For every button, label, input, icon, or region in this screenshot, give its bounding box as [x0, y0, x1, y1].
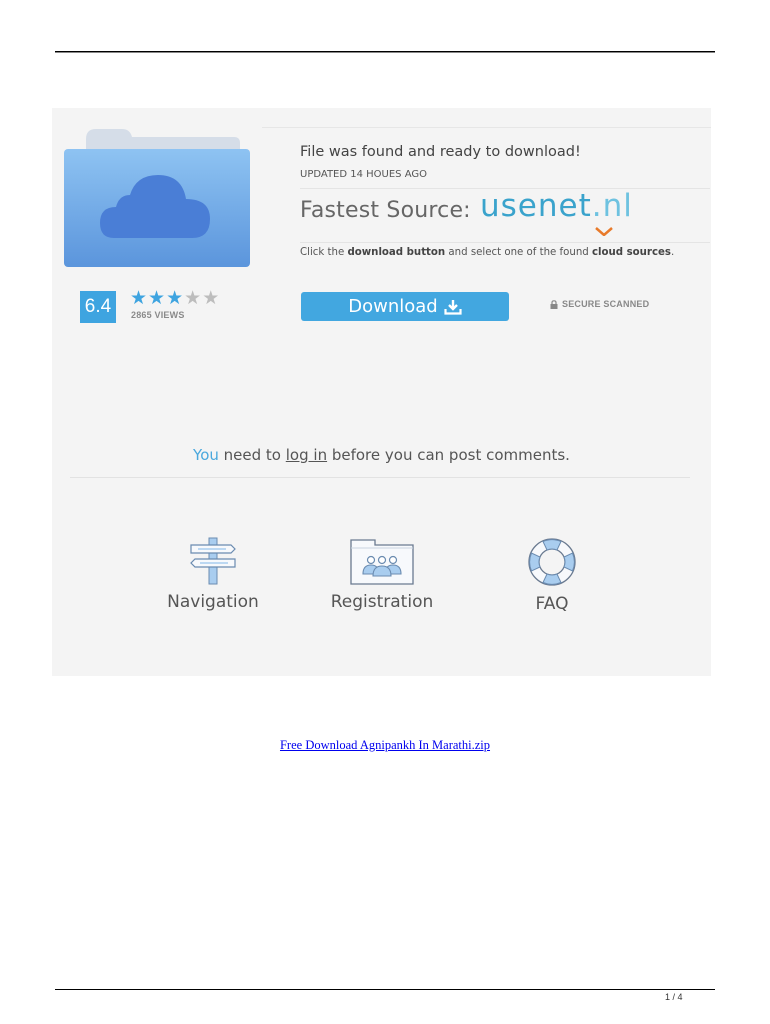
star-icon-filled: ★ — [148, 287, 166, 309]
star-icon-empty: ★ — [202, 287, 220, 309]
users-folder-icon — [350, 539, 414, 585]
login-prompt-you: You — [193, 446, 219, 464]
star-icon-filled: ★ — [130, 287, 148, 309]
instruction-bold: cloud sources — [592, 247, 671, 258]
secure-scanned-badge: SECURE SCANNED — [550, 299, 649, 309]
footer-rule — [55, 989, 715, 990]
cloud-folder-icon — [64, 129, 250, 267]
instruction-bold: download button — [347, 247, 446, 258]
download-button[interactable]: Download — [301, 292, 509, 321]
download-file-link[interactable]: Free Download Agnipankh In Marathi.zip — [0, 738, 770, 753]
divider — [300, 242, 710, 243]
login-prompt-text: before you can post comments. — [327, 446, 570, 464]
feature-label: FAQ — [535, 594, 569, 614]
instruction-text: . — [670, 247, 675, 258]
lock-icon — [550, 299, 558, 309]
usenet-logo-tld: .nl — [591, 188, 633, 224]
download-button-label: Download — [348, 296, 438, 317]
login-prompt: You need to log in before you can post c… — [52, 446, 711, 464]
signpost-icon — [190, 537, 236, 585]
download-panel: 6.4 ★ ★ ★ ★ ★ 2865 VIEWS File was found … — [52, 108, 711, 676]
instruction-text: and select one of the found — [445, 247, 592, 258]
download-instruction: Click the download button and select one… — [300, 247, 674, 258]
header-rule — [55, 51, 715, 53]
chevron-down-icon — [595, 227, 613, 236]
divider — [70, 477, 690, 478]
views-count: 2865 VIEWS — [131, 310, 185, 320]
secure-scanned-label: SECURE SCANNED — [562, 299, 650, 309]
star-rating: ★ ★ ★ ★ ★ — [130, 287, 220, 309]
feature-registration[interactable]: Registration — [307, 536, 457, 612]
fastest-source-label: Fastest Source: — [300, 198, 471, 223]
usenet-logo: usenet.nl — [480, 188, 633, 224]
divider — [262, 127, 711, 128]
feature-label: Registration — [330, 592, 434, 612]
updated-time: UPDATED 14 HOUES AGO — [300, 169, 427, 180]
star-icon-empty: ★ — [184, 287, 202, 309]
lifebuoy-icon — [528, 538, 576, 586]
feature-faq[interactable]: FAQ — [477, 536, 627, 614]
login-link[interactable]: log in — [286, 446, 327, 464]
page-number: 1 / 4 — [665, 992, 683, 1002]
usenet-logo-name: usenet — [480, 188, 592, 224]
file-found-title: File was found and ready to download! — [300, 144, 581, 160]
feature-label: Navigation — [167, 592, 259, 612]
download-icon — [444, 299, 462, 315]
star-icon-filled: ★ — [166, 287, 184, 309]
feature-navigation[interactable]: Navigation — [138, 536, 288, 612]
rating-score: 6.4 — [80, 291, 116, 323]
instruction-text: Click the — [300, 247, 348, 258]
login-prompt-text: need to — [218, 446, 286, 464]
